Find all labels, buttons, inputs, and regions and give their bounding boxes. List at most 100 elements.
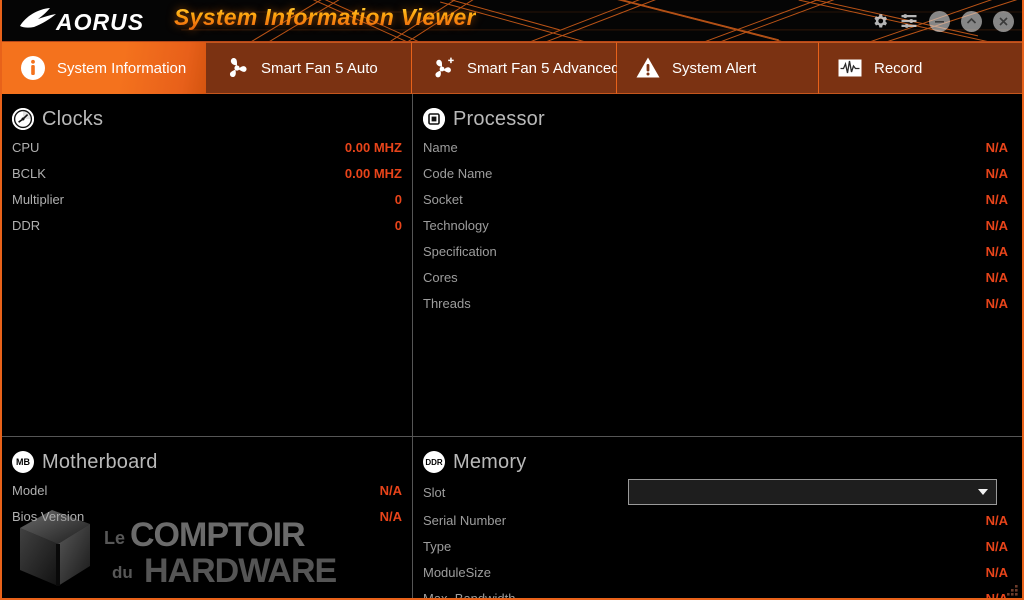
row-value: N/A xyxy=(985,512,1008,528)
tab-label: Smart Fan 5 Auto xyxy=(261,59,378,77)
table-row: Bios Version N/A xyxy=(12,503,402,529)
row-value: N/A xyxy=(985,538,1008,554)
table-row: Socket N/A xyxy=(423,186,1008,212)
panel-title: Memory xyxy=(453,450,527,473)
table-row: Type N/A xyxy=(423,533,1008,559)
motherboard-badge-text: MB xyxy=(16,457,30,467)
chip-icon xyxy=(423,108,445,130)
memory-rows: Slot Serial Number N/A Type N/A ModuleSi… xyxy=(413,477,1022,600)
tab-system-information[interactable]: System Information xyxy=(2,42,206,94)
row-value: 0 xyxy=(394,191,402,207)
table-row: BCLK 0.00 MHZ xyxy=(12,160,402,186)
close-button[interactable] xyxy=(993,10,1014,32)
aorus-logo: AORUS xyxy=(16,6,166,36)
row-value: 0.00 MHZ xyxy=(344,139,402,155)
row-key: Socket xyxy=(423,191,463,207)
panel-title: Processor xyxy=(453,107,545,130)
row-value: N/A xyxy=(985,295,1008,311)
info-icon xyxy=(21,56,45,80)
panel-clocks-header: Clocks xyxy=(2,94,412,134)
waveform-icon xyxy=(838,59,862,77)
row-value: N/A xyxy=(985,139,1008,155)
row-key: Type xyxy=(423,538,452,554)
row-value: N/A xyxy=(379,482,402,498)
row-key: Specification xyxy=(423,243,497,259)
gear-icon[interactable] xyxy=(871,12,889,30)
panel-memory: DDR Memory Slot Serial Number N/A Type N… xyxy=(413,437,1022,600)
memory-badge-text: DDR xyxy=(425,457,443,467)
panel-title: Motherboard xyxy=(42,450,158,473)
panel-clocks: Clocks CPU 0.00 MHZ BCLK 0.00 MHZ Multip… xyxy=(2,94,412,436)
tab-label: System Alert xyxy=(671,59,757,77)
table-row: DDR 0 xyxy=(12,212,402,238)
svg-text:AORUS: AORUS xyxy=(55,9,144,35)
table-row: Specification N/A xyxy=(423,238,1008,264)
main-tabbar: System Information Smart Fan 5 Auto Smar… xyxy=(2,42,1022,94)
row-value: 0 xyxy=(394,217,402,233)
row-key: Cores xyxy=(423,269,458,285)
row-value: N/A xyxy=(379,508,402,524)
row-key: Max. Bandwidth xyxy=(423,590,516,600)
row-key: Code Name xyxy=(423,165,493,181)
panel-title: Clocks xyxy=(42,107,104,130)
speedometer-icon xyxy=(12,108,34,130)
panel-motherboard: MB Motherboard Model N/A Bios Version N/… xyxy=(2,437,412,598)
row-key: ModuleSize xyxy=(423,564,491,580)
panel-processor-header: Processor xyxy=(413,94,1022,134)
row-key: Serial Number xyxy=(423,512,507,528)
minimize-button[interactable] xyxy=(929,10,950,32)
resize-grip[interactable] xyxy=(1005,583,1019,597)
row-key: CPU xyxy=(12,139,40,155)
row-value: N/A xyxy=(985,269,1008,285)
row-key: Slot xyxy=(423,484,446,500)
row-key: Model xyxy=(12,482,48,498)
menu-list-icon[interactable] xyxy=(900,12,918,30)
warning-icon xyxy=(636,57,660,78)
row-key: Multiplier xyxy=(12,191,65,207)
chevron-down-icon xyxy=(978,489,988,495)
motherboard-icon: MB xyxy=(12,451,34,473)
window-controls xyxy=(871,0,1014,41)
row-value: N/A xyxy=(985,165,1008,181)
processor-rows: Name N/A Code Name N/A Socket N/A Techno… xyxy=(413,134,1022,316)
clocks-rows: CPU 0.00 MHZ BCLK 0.00 MHZ Multiplier 0 … xyxy=(2,134,412,238)
row-key: Name xyxy=(423,139,458,155)
siv-window: AORUS System Information Viewer System I… xyxy=(0,0,1024,600)
table-row: ModuleSize N/A xyxy=(423,559,1008,585)
memory-slot-dropdown[interactable] xyxy=(628,479,997,505)
table-row: Name N/A xyxy=(423,134,1008,160)
row-key: DDR xyxy=(12,217,41,233)
table-row: Serial Number N/A xyxy=(423,507,1008,533)
tab-system-alert[interactable]: System Alert xyxy=(616,42,819,94)
fan-plus-icon xyxy=(435,57,454,78)
app-title: System Information Viewer xyxy=(174,4,476,30)
content-area: Clocks CPU 0.00 MHZ BCLK 0.00 MHZ Multip… xyxy=(2,94,1022,600)
motherboard-rows: Model N/A Bios Version N/A xyxy=(2,477,412,529)
row-value: N/A xyxy=(985,564,1008,580)
table-row: Technology N/A xyxy=(423,212,1008,238)
memory-icon: DDR xyxy=(423,451,445,473)
tab-smart-fan-5-advanced[interactable]: Smart Fan 5 Advanced xyxy=(411,42,620,94)
table-row: Max. Bandwidth N/A xyxy=(423,585,1008,600)
tab-label: Smart Fan 5 Advanced xyxy=(466,59,620,77)
table-row: Multiplier 0 xyxy=(12,186,402,212)
panel-processor: Processor Name N/A Code Name N/A Socket … xyxy=(413,94,1022,436)
table-row: Code Name N/A xyxy=(423,160,1008,186)
panel-motherboard-header: MB Motherboard xyxy=(2,437,412,477)
table-row: Cores N/A xyxy=(423,264,1008,290)
tab-label: Record xyxy=(874,59,923,77)
row-value: N/A xyxy=(985,191,1008,207)
row-key: Threads xyxy=(423,295,471,311)
table-row: Model N/A xyxy=(12,477,402,503)
row-value: N/A xyxy=(985,243,1008,259)
table-row: Threads N/A xyxy=(423,290,1008,316)
row-key: Technology xyxy=(423,217,489,233)
title-bar: AORUS System Information Viewer xyxy=(2,0,1022,42)
tab-label: System Information xyxy=(57,59,187,77)
maximize-button[interactable] xyxy=(961,10,982,32)
tab-smart-fan-5-auto[interactable]: Smart Fan 5 Auto xyxy=(206,42,412,94)
row-value: 0.00 MHZ xyxy=(344,165,402,181)
panel-memory-header: DDR Memory xyxy=(413,437,1022,477)
tab-record[interactable]: Record xyxy=(819,42,1022,94)
row-key: BCLK xyxy=(12,165,46,181)
